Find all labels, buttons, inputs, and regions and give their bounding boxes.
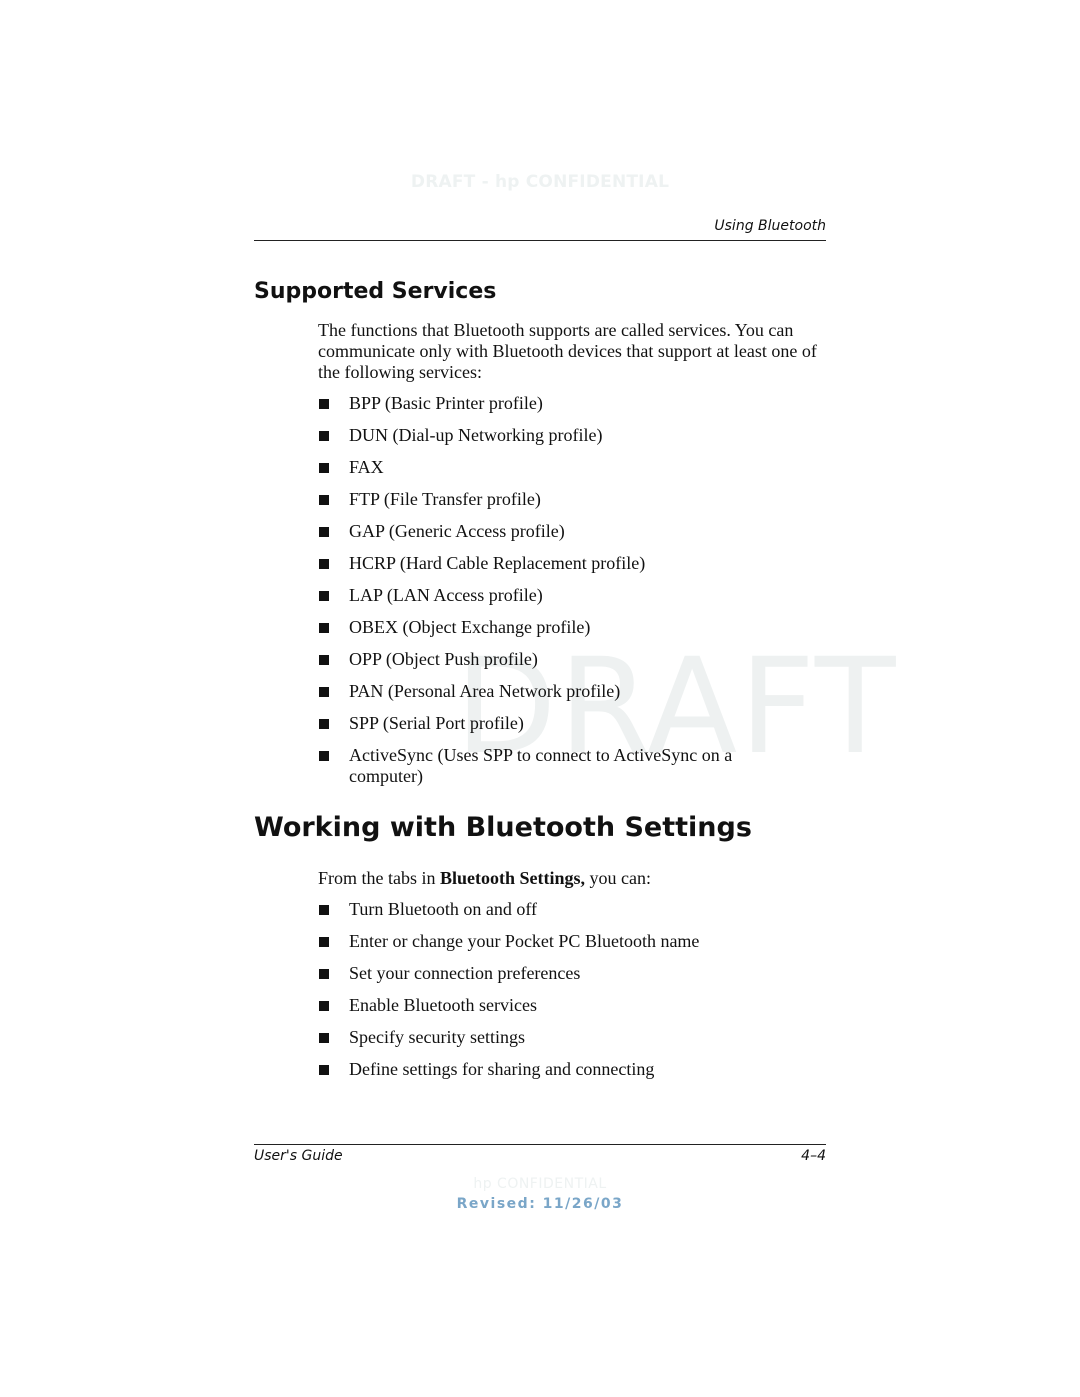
list-item: Define settings for sharing and connecti… bbox=[318, 1059, 788, 1080]
square-bullet-icon bbox=[319, 591, 329, 601]
list-item: OBEX (Object Exchange profile) bbox=[318, 617, 788, 638]
footer-book-title: User's Guide bbox=[254, 1148, 343, 1164]
section-title-supported-services: Supported Services bbox=[254, 279, 497, 304]
square-bullet-icon bbox=[319, 463, 329, 473]
square-bullet-icon bbox=[319, 1033, 329, 1043]
list-item-text: OPP (Object Push profile) bbox=[349, 649, 538, 669]
list-item-text: ActiveSync (Uses SPP to connect to Activ… bbox=[349, 745, 733, 786]
list-item-text: HCRP (Hard Cable Replacement profile) bbox=[349, 553, 646, 573]
list-item: PAN (Personal Area Network profile) bbox=[318, 681, 788, 702]
list-item-text: SPP (Serial Port profile) bbox=[349, 713, 524, 733]
running-head: Using Bluetooth bbox=[714, 218, 826, 234]
footer-rule bbox=[254, 1144, 826, 1145]
list-item: SPP (Serial Port profile) bbox=[318, 713, 788, 734]
list-item-text: Turn Bluetooth on and off bbox=[349, 899, 538, 919]
list-item: Turn Bluetooth on and off bbox=[318, 899, 788, 920]
list-item: FAX bbox=[318, 457, 788, 478]
square-bullet-icon bbox=[319, 399, 329, 409]
square-bullet-icon bbox=[319, 527, 329, 537]
list-item: HCRP (Hard Cable Replacement profile) bbox=[318, 553, 788, 574]
list-item-text: Specify security settings bbox=[349, 1027, 525, 1047]
square-bullet-icon bbox=[319, 905, 329, 915]
page-number: 4–4 bbox=[801, 1148, 826, 1164]
intro-prefix: From the tabs in bbox=[318, 868, 440, 888]
list-item-text: FTP (File Transfer profile) bbox=[349, 489, 541, 509]
list-item-text: FAX bbox=[349, 457, 384, 477]
square-bullet-icon bbox=[319, 1065, 329, 1075]
list-item: LAP (LAN Access profile) bbox=[318, 585, 788, 606]
list-item: FTP (File Transfer profile) bbox=[318, 489, 788, 510]
list-item-text: Enter or change your Pocket PC Bluetooth… bbox=[349, 931, 700, 951]
list-item-text: LAP (LAN Access profile) bbox=[349, 585, 543, 605]
list-item-text: Set your connection preferences bbox=[349, 963, 581, 983]
square-bullet-icon bbox=[319, 687, 329, 697]
section-intro-working: From the tabs in Bluetooth Settings, you… bbox=[318, 868, 818, 889]
hp-confidential-watermark: hp CONFIDENTIAL bbox=[473, 1176, 607, 1192]
list-item-text: BPP (Basic Printer profile) bbox=[349, 393, 543, 413]
square-bullet-icon bbox=[319, 559, 329, 569]
square-bullet-icon bbox=[319, 937, 329, 947]
list-item-text: OBEX (Object Exchange profile) bbox=[349, 617, 591, 637]
square-bullet-icon bbox=[319, 751, 329, 761]
draft-confidential-watermark: DRAFT - hp CONFIDENTIAL bbox=[410, 172, 670, 192]
list-item: BPP (Basic Printer profile) bbox=[318, 393, 788, 414]
square-bullet-icon bbox=[319, 623, 329, 633]
list-item: ActiveSync (Uses SPP to connect to Activ… bbox=[318, 745, 794, 787]
list-item: Set your connection preferences bbox=[318, 963, 788, 984]
list-item: Specify security settings bbox=[318, 1027, 788, 1048]
square-bullet-icon bbox=[319, 719, 329, 729]
intro-suffix: you can: bbox=[585, 868, 651, 888]
list-item: DUN (Dial-up Networking profile) bbox=[318, 425, 788, 446]
list-item: Enter or change your Pocket PC Bluetooth… bbox=[318, 931, 788, 952]
section-intro-supported-services: The functions that Bluetooth supports ar… bbox=[318, 320, 817, 382]
header-rule bbox=[254, 240, 826, 241]
square-bullet-icon bbox=[319, 495, 329, 505]
square-bullet-icon bbox=[319, 431, 329, 441]
list-item-text: GAP (Generic Access profile) bbox=[349, 521, 565, 541]
revised-date: Revised: 11/26/03 bbox=[456, 1196, 624, 1212]
list-item-text: PAN (Personal Area Network profile) bbox=[349, 681, 621, 701]
settings-capabilities-list: Turn Bluetooth on and off Enter or chang… bbox=[318, 899, 788, 1091]
services-list: BPP (Basic Printer profile) DUN (Dial-up… bbox=[318, 393, 788, 798]
list-item: Enable Bluetooth services bbox=[318, 995, 788, 1016]
section-title-working-with-bluetooth-settings: Working with Bluetooth Settings bbox=[254, 812, 752, 843]
list-item: GAP (Generic Access profile) bbox=[318, 521, 788, 542]
list-item-text: DUN (Dial-up Networking profile) bbox=[349, 425, 603, 445]
square-bullet-icon bbox=[319, 1001, 329, 1011]
list-item-text: Enable Bluetooth services bbox=[349, 995, 537, 1015]
square-bullet-icon bbox=[319, 969, 329, 979]
list-item: OPP (Object Push profile) bbox=[318, 649, 788, 670]
intro-bold-bluetooth-settings: Bluetooth Settings, bbox=[440, 868, 586, 888]
list-item-text: Define settings for sharing and connecti… bbox=[349, 1059, 655, 1079]
square-bullet-icon bbox=[319, 655, 329, 665]
